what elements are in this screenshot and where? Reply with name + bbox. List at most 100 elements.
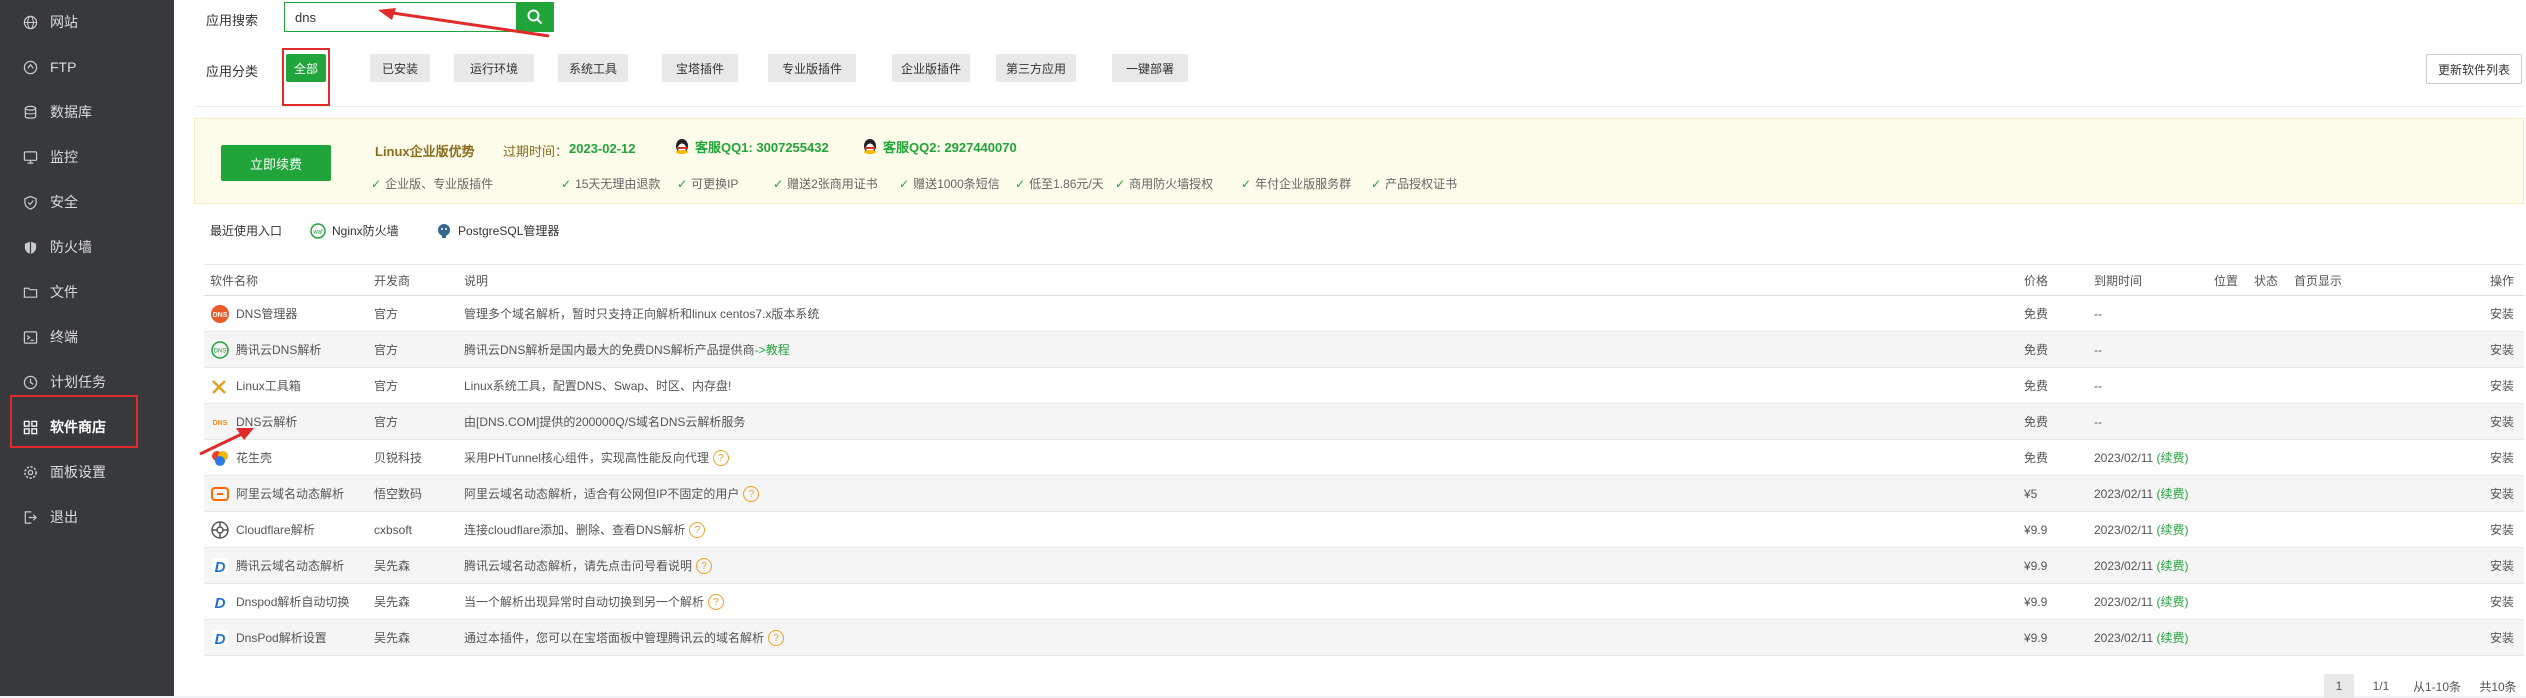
description-text: 腾讯云DNS解析是国内最大的免费DNS解析产品提供商 xyxy=(464,343,755,357)
sidebar-item-0[interactable]: 网站 xyxy=(0,0,174,44)
update-list-button[interactable]: 更新软件列表 xyxy=(2426,54,2522,84)
software-name-cell[interactable]: Cloudflare解析 xyxy=(204,511,368,548)
sidebar-item-11[interactable]: 退出 xyxy=(0,495,174,539)
software-name-cell[interactable]: Linux工具箱 xyxy=(204,367,368,404)
developer: 吴先森 xyxy=(368,619,458,656)
software-name-cell[interactable]: DNS 腾讯云DNS解析 xyxy=(204,331,368,368)
aliyun-icon xyxy=(210,484,230,504)
sidebar-item-10[interactable]: 面板设置 xyxy=(0,450,174,494)
cloudflare-icon xyxy=(210,520,230,540)
expire-cell: -- xyxy=(2088,367,2208,404)
pager-current[interactable]: 1 xyxy=(2324,674,2354,698)
category-tab-2[interactable]: 运行环境 xyxy=(454,54,534,82)
search-button[interactable] xyxy=(516,2,554,32)
renew-link[interactable]: (续费) xyxy=(2157,595,2189,609)
renew-link[interactable]: (续费) xyxy=(2157,451,2189,465)
software-name-cell[interactable]: D Dnspod解析自动切换 xyxy=(204,583,368,620)
recent-item-nginx-firewall[interactable]: waf Nginx防火墙 xyxy=(310,222,399,239)
sidebar-item-6[interactable]: 文件 xyxy=(0,270,174,314)
software-name: 阿里云域名动态解析 xyxy=(236,487,345,501)
description-text: 通过本插件，您可以在宝塔面板中管理腾讯云的域名解析 xyxy=(464,630,765,645)
price: ¥9.9 xyxy=(2018,511,2088,548)
banner-feature: ✓ 15天无理由退款 xyxy=(561,175,660,192)
description-text: 管理多个域名解析，暂时只支持正向解析和linux centos7.x版本系统 xyxy=(464,307,820,321)
software-name-cell[interactable]: 花生壳 xyxy=(204,439,368,476)
recent-label: 最近使用入口 xyxy=(210,224,283,238)
developer: 吴先森 xyxy=(368,547,458,584)
sidebar-item-1[interactable]: FTP xyxy=(0,45,174,89)
sidebar-item-2[interactable]: 数据库 xyxy=(0,90,174,134)
software-name-cell[interactable]: D DnsPod解析设置 xyxy=(204,619,368,656)
install-button[interactable]: 安装 xyxy=(2348,331,2524,368)
home-display xyxy=(2288,439,2348,476)
install-button[interactable]: 安装 xyxy=(2348,511,2524,548)
qq-penguin-icon xyxy=(864,138,876,154)
status xyxy=(2248,547,2288,584)
category-tab-3[interactable]: 系统工具 xyxy=(558,54,628,82)
software-name-cell[interactable]: DNS DNS云解析 xyxy=(204,403,368,440)
expire-date: -- xyxy=(2094,378,2102,393)
qq2-link[interactable]: 客服QQ2: 2927440070 xyxy=(861,137,1017,156)
install-button[interactable]: 安装 xyxy=(2348,403,2524,440)
check-icon: ✓ xyxy=(371,177,382,191)
price: 免费 xyxy=(2018,403,2088,440)
software-name: 腾讯云DNS解析 xyxy=(236,343,322,357)
search-input[interactable] xyxy=(284,2,548,32)
table-row: D 腾讯云域名动态解析 吴先森 腾讯云域名动态解析，请先点击问号看说明? ¥9.9 202… xyxy=(204,547,2524,584)
category-tab-1[interactable]: 已安装 xyxy=(370,54,430,82)
help-icon[interactable]: ? xyxy=(712,450,729,467)
col-name[interactable]: 软件名称 xyxy=(204,264,368,296)
category-tab-7[interactable]: 第三方应用 xyxy=(996,54,1076,82)
category-tab-6[interactable]: 企业版插件 xyxy=(892,54,970,82)
help-icon[interactable]: ? xyxy=(708,594,725,611)
category-tab-0[interactable]: 全部 xyxy=(286,54,326,82)
developer: 官方 xyxy=(368,295,458,332)
renew-link[interactable]: (续费) xyxy=(2157,487,2189,501)
category-tab-5[interactable]: 专业版插件 xyxy=(768,54,856,82)
install-button[interactable]: 安装 xyxy=(2348,475,2524,512)
svg-text:D: D xyxy=(215,595,226,612)
category-tab-8[interactable]: 一键部署 xyxy=(1112,54,1188,82)
install-button[interactable]: 安装 xyxy=(2348,295,2524,332)
sidebar-item-5[interactable]: 防火墙 xyxy=(0,225,174,269)
home-display xyxy=(2288,583,2348,620)
recent-item-postgresql[interactable]: PostgreSQL管理器 xyxy=(436,222,559,239)
expire-cell: 2023/02/11 (续费) xyxy=(2088,547,2208,584)
sidebar-item-3[interactable]: 监控 xyxy=(0,135,174,179)
sidebar-item-8[interactable]: 计划任务 xyxy=(0,360,174,404)
svg-text:DNS: DNS xyxy=(213,312,228,319)
check-icon: ✓ xyxy=(1015,177,1026,191)
sidebar-item-7[interactable]: 终端 xyxy=(0,315,174,359)
dns-icon: DNS xyxy=(210,304,230,324)
banner-feature: ✓ 低至1.86元/天 xyxy=(1015,175,1104,192)
software-name-cell[interactable]: DNS DNS管理器 xyxy=(204,295,368,332)
install-button[interactable]: 安装 xyxy=(2348,439,2524,476)
help-icon[interactable]: ? xyxy=(768,630,785,647)
price: ¥9.9 xyxy=(2018,547,2088,584)
software-name-cell[interactable]: 阿里云域名动态解析 xyxy=(204,475,368,512)
install-button[interactable]: 安装 xyxy=(2348,583,2524,620)
software-name: DNS管理器 xyxy=(236,307,298,321)
sidebar-item-label: 软件商店 xyxy=(50,419,106,435)
price: ¥9.9 xyxy=(2018,583,2088,620)
expire-date: 2023/02/11 xyxy=(2094,523,2154,537)
category-tab-4[interactable]: 宝塔插件 xyxy=(662,54,738,82)
software-name-cell[interactable]: D 腾讯云域名动态解析 xyxy=(204,547,368,584)
home-display xyxy=(2288,331,2348,368)
renew-button[interactable]: 立即续费 xyxy=(221,145,331,181)
renew-link[interactable]: (续费) xyxy=(2157,631,2189,645)
help-icon[interactable]: ? xyxy=(743,486,760,503)
position xyxy=(2208,619,2248,656)
renew-link[interactable]: (续费) xyxy=(2157,559,2189,573)
check-icon: ✓ xyxy=(561,177,572,191)
help-icon[interactable]: ? xyxy=(696,558,713,575)
qq1-link[interactable]: 客服QQ1: 3007255432 xyxy=(673,137,829,156)
tutorial-link[interactable]: ->教程 xyxy=(755,343,790,357)
install-button[interactable]: 安装 xyxy=(2348,619,2524,656)
renew-link[interactable]: (续费) xyxy=(2157,523,2189,537)
install-button[interactable]: 安装 xyxy=(2348,367,2524,404)
sidebar-item-9[interactable]: 软件商店 xyxy=(0,405,174,449)
sidebar-item-4[interactable]: 安全 xyxy=(0,180,174,224)
install-button[interactable]: 安装 xyxy=(2348,547,2524,584)
help-icon[interactable]: ? xyxy=(689,522,706,539)
